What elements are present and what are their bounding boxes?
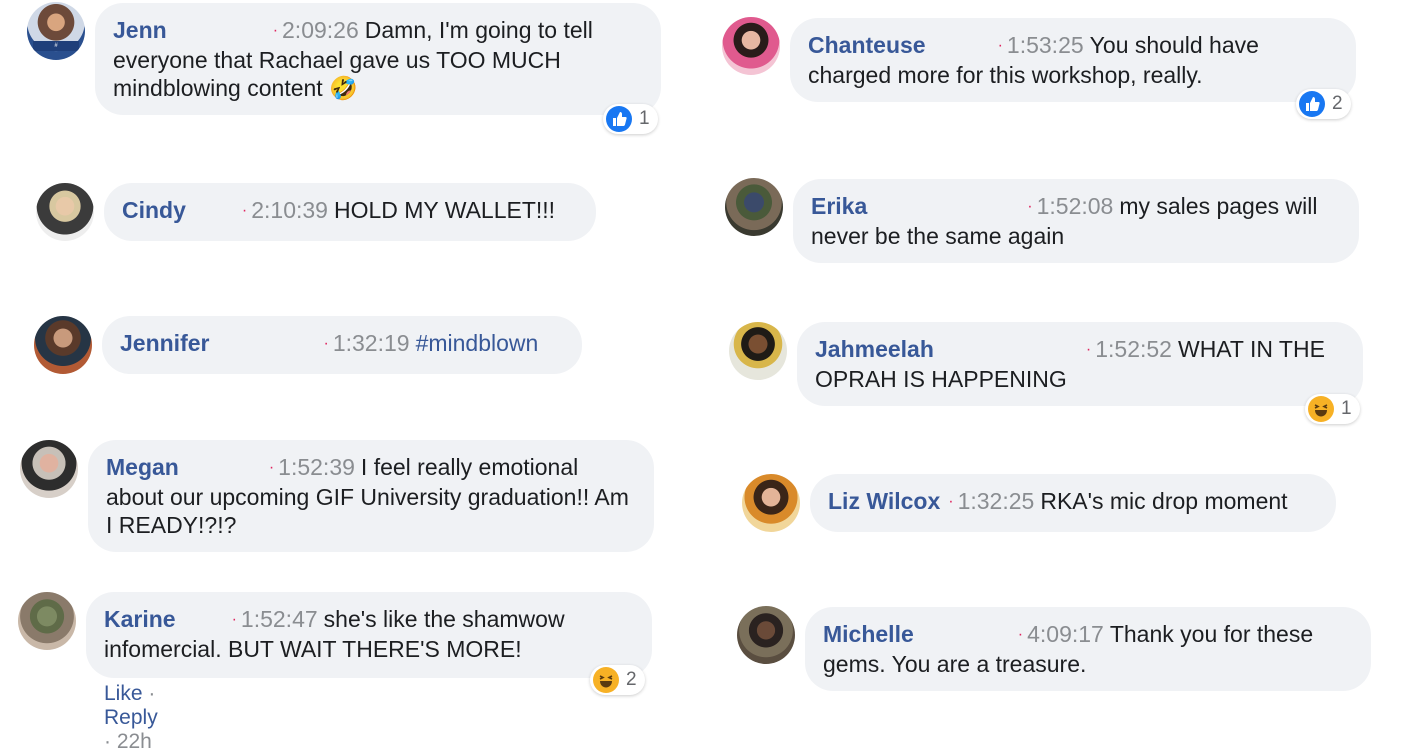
laughing-face-icon (593, 667, 619, 693)
rofl-emoji-icon: 🤣 (329, 75, 358, 101)
dot-separator: · (1027, 198, 1033, 215)
thumbs-up-icon (1299, 91, 1325, 117)
comment-author[interactable]: Jennifer (120, 330, 209, 356)
avatar[interactable] (737, 606, 795, 664)
dot-separator: · (1085, 341, 1092, 358)
reply-link[interactable]: Reply (104, 706, 158, 729)
thumbs-up-icon (606, 106, 632, 132)
comment-author[interactable]: Erika (811, 193, 867, 219)
dot-separator: · (997, 37, 1003, 54)
dot-separator: · (323, 335, 329, 352)
comment-text: RKA's mic drop moment (1040, 488, 1288, 514)
avatar[interactable]: # (27, 2, 85, 60)
comment-bubble: Megan · 1:52:39 I feel really emotional abo… (88, 440, 654, 552)
comment-author[interactable]: Megan (106, 454, 179, 480)
comment-timestamp[interactable]: 1:52:39 (278, 454, 355, 480)
comment-timestamp[interactable]: 1:53:25 (1007, 32, 1084, 58)
comment-timestamp[interactable]: 1:32:19 (333, 330, 410, 356)
dot-separator: · (241, 202, 248, 219)
dot-separator: · (272, 22, 279, 39)
dot-separator: · (142, 682, 156, 705)
comment-bubble: Jahmeelah · 1:52:52 WHAT IN THE OPRAH IS HA… (797, 322, 1363, 406)
comment-text: #mindblown (415, 330, 539, 356)
dot-separator: · (948, 493, 954, 510)
comment-timestamp[interactable]: 1:52:52 (1095, 336, 1172, 362)
comment-timestamp[interactable]: 4:09:17 (1027, 621, 1104, 647)
avatar[interactable] (729, 322, 787, 380)
reaction-summary[interactable]: 2 (1296, 89, 1351, 119)
reaction-count: 2 (1332, 93, 1343, 114)
reaction-summary[interactable]: 1 (1305, 394, 1360, 424)
avatar[interactable] (20, 440, 78, 498)
avatar[interactable] (725, 178, 783, 236)
like-link[interactable]: Like (104, 682, 143, 705)
dot-separator: · (1017, 626, 1024, 643)
comment-timestamp[interactable]: 2:10:39 (251, 197, 328, 223)
reaction-count: 1 (1341, 398, 1352, 419)
comment-author[interactable]: Liz Wilcox (828, 488, 940, 514)
comment-bubble: Michelle · 4:09:17 Thank you for these gems… (805, 607, 1371, 691)
reaction-count: 2 (626, 669, 637, 690)
dot-separator: · (104, 730, 117, 753)
comment-bubble: Erika · 1:52:08 my sales pages will never b… (793, 179, 1359, 263)
comment-text: HOLD MY WALLET!!! (333, 197, 556, 223)
comment-age[interactable]: 22h (117, 730, 152, 753)
comment-bubble: Karine · 1:52:47 she's like the shamwow inf… (86, 592, 652, 678)
comment-bubble: Liz Wilcox · 1:32:25 RKA's mic drop moment (810, 474, 1336, 532)
comment-bubble: Jennifer · 1:32:19 #mindblown (102, 316, 582, 374)
avatar[interactable] (36, 183, 94, 241)
avatar[interactable] (18, 592, 76, 650)
comment-author[interactable]: Michelle (823, 621, 914, 647)
comment-timestamp[interactable]: 1:52:08 (1037, 193, 1114, 219)
comment-bubble: Chanteuse · 1:53:25 You should have charged… (790, 18, 1356, 102)
comment-author[interactable]: Chanteuse (808, 32, 926, 58)
avatar[interactable] (742, 474, 800, 532)
comment-bubble: Cindy · 2:10:39 HOLD MY WALLET!!! (104, 183, 596, 241)
comment-author[interactable]: Karine (104, 606, 176, 632)
dot-separator: · (268, 459, 275, 476)
comment-timestamp[interactable]: 1:52:47 (241, 606, 318, 632)
avatar[interactable] (34, 316, 92, 374)
comment-actions: Like · Reply · 22h (104, 682, 158, 754)
dot-separator: · (231, 611, 237, 628)
comment-author[interactable]: Jenn (113, 17, 167, 43)
comment-timestamp[interactable]: 2:09:26 (282, 17, 359, 43)
comment-timestamp[interactable]: 1:32:25 (958, 488, 1035, 514)
comment-author[interactable]: Jahmeelah (815, 336, 934, 362)
comment-author[interactable]: Cindy (122, 197, 186, 223)
reaction-count: 1 (639, 108, 650, 129)
reaction-summary[interactable]: 2 (590, 665, 645, 695)
reaction-summary[interactable]: 1 (603, 104, 658, 134)
avatar[interactable] (722, 17, 780, 75)
comment-text: I feel really emotional about our upcomi… (106, 454, 629, 538)
comment-bubble: Jenn · 2:09:26 Damn, I'm going to tell ever… (95, 3, 661, 115)
laughing-face-icon (1308, 396, 1334, 422)
